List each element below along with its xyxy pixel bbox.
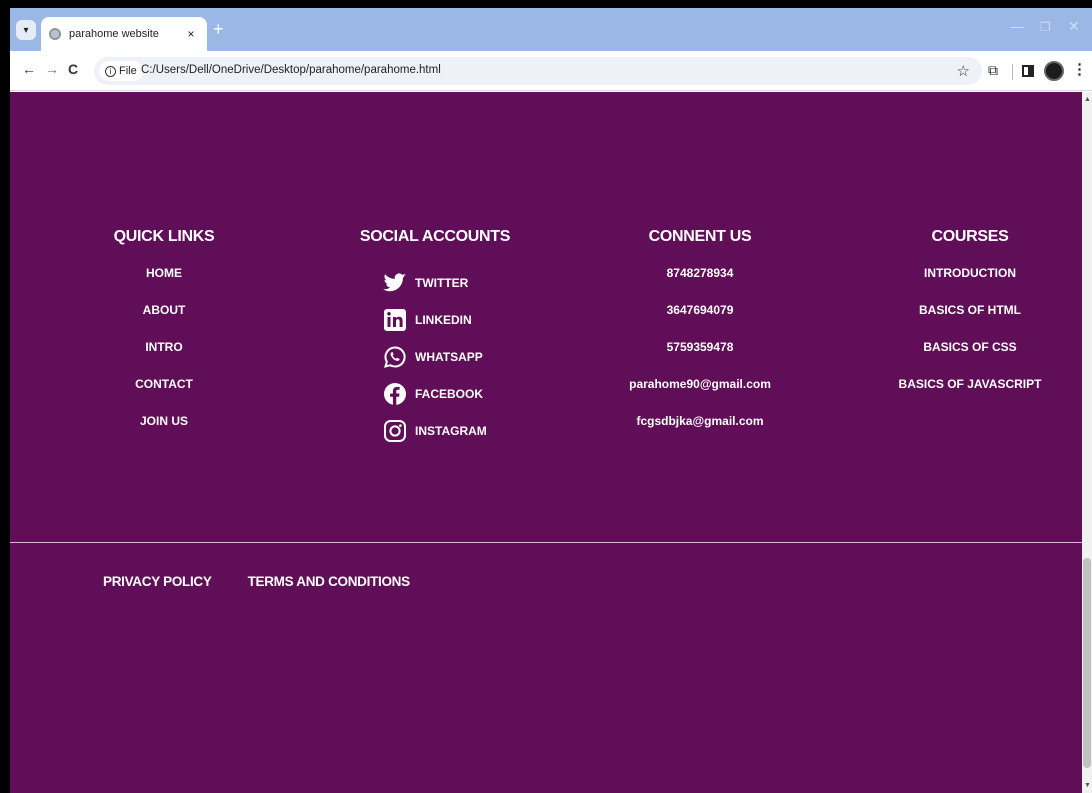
contact-phone-3[interactable]: 5759359478 — [600, 338, 800, 375]
social-link-instagram[interactable]: INSTAGRAM — [355, 412, 515, 449]
extensions-icon[interactable]: ⧉ — [988, 62, 998, 79]
address-bar[interactable]: i File C:/Users/Dell/OneDrive/Desktop/pa… — [94, 57, 982, 85]
social-label-linkedin: LINKEDIN — [415, 312, 472, 327]
quick-link-home[interactable]: HOME — [110, 264, 218, 301]
course-link-introduction[interactable]: INTRODUCTION — [890, 264, 1050, 301]
quick-link-about[interactable]: ABOUT — [110, 301, 218, 338]
quick-links-heading: QUICK LINKS — [113, 228, 215, 245]
browser-tab[interactable]: parahome website × — [41, 17, 207, 51]
social-link-whatsapp[interactable]: WHATSAPP — [355, 338, 515, 375]
forward-arrow-icon[interactable]: → — [45, 61, 59, 77]
linkedin-icon — [383, 308, 407, 332]
course-link-html[interactable]: BASICS OF HTML — [890, 301, 1050, 338]
globe-icon — [49, 28, 61, 40]
new-tab-button[interactable]: + — [213, 19, 224, 40]
quick-link-join-us[interactable]: JOIN US — [110, 412, 218, 449]
courses-heading: COURSES — [931, 228, 1009, 245]
scrollbar-thumb[interactable] — [1083, 558, 1091, 768]
scroll-down-arrow-icon[interactable]: ▼ — [1084, 782, 1091, 789]
bookmark-star-icon[interactable]: ☆ — [957, 62, 970, 80]
contact-column: CONNENT US 8748278934 3647694079 5759359… — [600, 228, 800, 449]
social-link-facebook[interactable]: FACEBOOK — [355, 375, 515, 412]
social-label-whatsapp: WHATSAPP — [415, 349, 483, 364]
social-accounts-column: SOCIAL ACCOUNTS TWITTER LINKEDIN WHATSAP… — [355, 228, 515, 449]
social-accounts-heading: SOCIAL ACCOUNTS — [359, 228, 511, 245]
terms-and-conditions-link[interactable]: TERMS AND CONDITIONS — [248, 574, 411, 589]
privacy-policy-link[interactable]: PRIVACY POLICY — [103, 574, 212, 589]
site-info-label: File — [119, 65, 137, 77]
browser-window: ▾ parahome website × + — ❐ ✕ ← → C i Fil… — [10, 8, 1092, 793]
profile-avatar-icon[interactable] — [1044, 61, 1064, 81]
quick-links-column: QUICK LINKS HOME ABOUT INTRO CONTACT JOI… — [110, 228, 218, 449]
side-panel-icon[interactable] — [1022, 65, 1034, 77]
whatsapp-icon — [383, 345, 407, 369]
browser-toolbar: ← → C i File C:/Users/Dell/OneDrive/Desk… — [10, 51, 1092, 91]
contact-phone-2[interactable]: 3647694079 — [600, 301, 800, 338]
reload-icon[interactable]: C — [68, 61, 78, 77]
vertical-scrollbar[interactable]: ▲ ▼ — [1082, 92, 1092, 793]
social-link-twitter[interactable]: TWITTER — [355, 264, 515, 301]
restore-icon[interactable]: ❐ — [1040, 20, 1051, 34]
course-link-css[interactable]: BASICS OF CSS — [890, 338, 1050, 375]
course-link-javascript[interactable]: BASICS OF JAVASCRIPT — [890, 375, 1050, 412]
twitter-icon — [383, 271, 407, 295]
social-label-facebook: FACEBOOK — [415, 386, 484, 401]
url-text[interactable]: C:/Users/Dell/OneDrive/Desktop/parahome/… — [141, 64, 441, 76]
tab-strip: ▾ parahome website × + — ❐ ✕ — [10, 8, 1092, 51]
legal-links: PRIVACY POLICY TERMS AND CONDITIONS — [103, 574, 410, 589]
quick-link-intro[interactable]: INTRO — [110, 338, 218, 375]
tab-close-button[interactable]: × — [183, 27, 199, 41]
kebab-menu-icon[interactable]: ⋮ — [1072, 60, 1087, 78]
contact-email-2[interactable]: fcgsdbjka@gmail.com — [600, 412, 800, 449]
instagram-icon — [383, 419, 407, 443]
contact-phone-1[interactable]: 8748278934 — [600, 264, 800, 301]
contact-heading: CONNENT US — [648, 228, 752, 245]
page-footer: QUICK LINKS HOME ABOUT INTRO CONTACT JOI… — [10, 92, 1082, 793]
toolbar-divider — [1012, 64, 1013, 80]
back-arrow-icon[interactable]: ← — [22, 61, 36, 77]
scroll-up-arrow-icon[interactable]: ▲ — [1084, 96, 1091, 103]
quick-link-contact[interactable]: CONTACT — [110, 375, 218, 412]
site-info-chip[interactable]: i File — [99, 61, 143, 81]
facebook-icon — [383, 382, 407, 406]
social-label-twitter: TWITTER — [415, 275, 469, 290]
screen-frame: ▾ parahome website × + — ❐ ✕ ← → C i Fil… — [0, 0, 1092, 793]
contact-email-1[interactable]: parahome90@gmail.com — [600, 375, 800, 412]
tab-search-button[interactable]: ▾ — [16, 20, 36, 40]
close-window-icon[interactable]: ✕ — [1068, 18, 1080, 35]
courses-column: COURSES INTRODUCTION BASICS OF HTML BASI… — [890, 228, 1050, 412]
chevron-down-icon: ▾ — [23, 24, 29, 36]
footer-divider — [10, 542, 1082, 543]
info-icon: i — [105, 65, 116, 77]
tab-title: parahome website — [69, 28, 159, 40]
social-link-linkedin[interactable]: LINKEDIN — [355, 301, 515, 338]
social-label-instagram: INSTAGRAM — [415, 423, 487, 438]
minimize-icon[interactable]: — — [1010, 18, 1024, 34]
